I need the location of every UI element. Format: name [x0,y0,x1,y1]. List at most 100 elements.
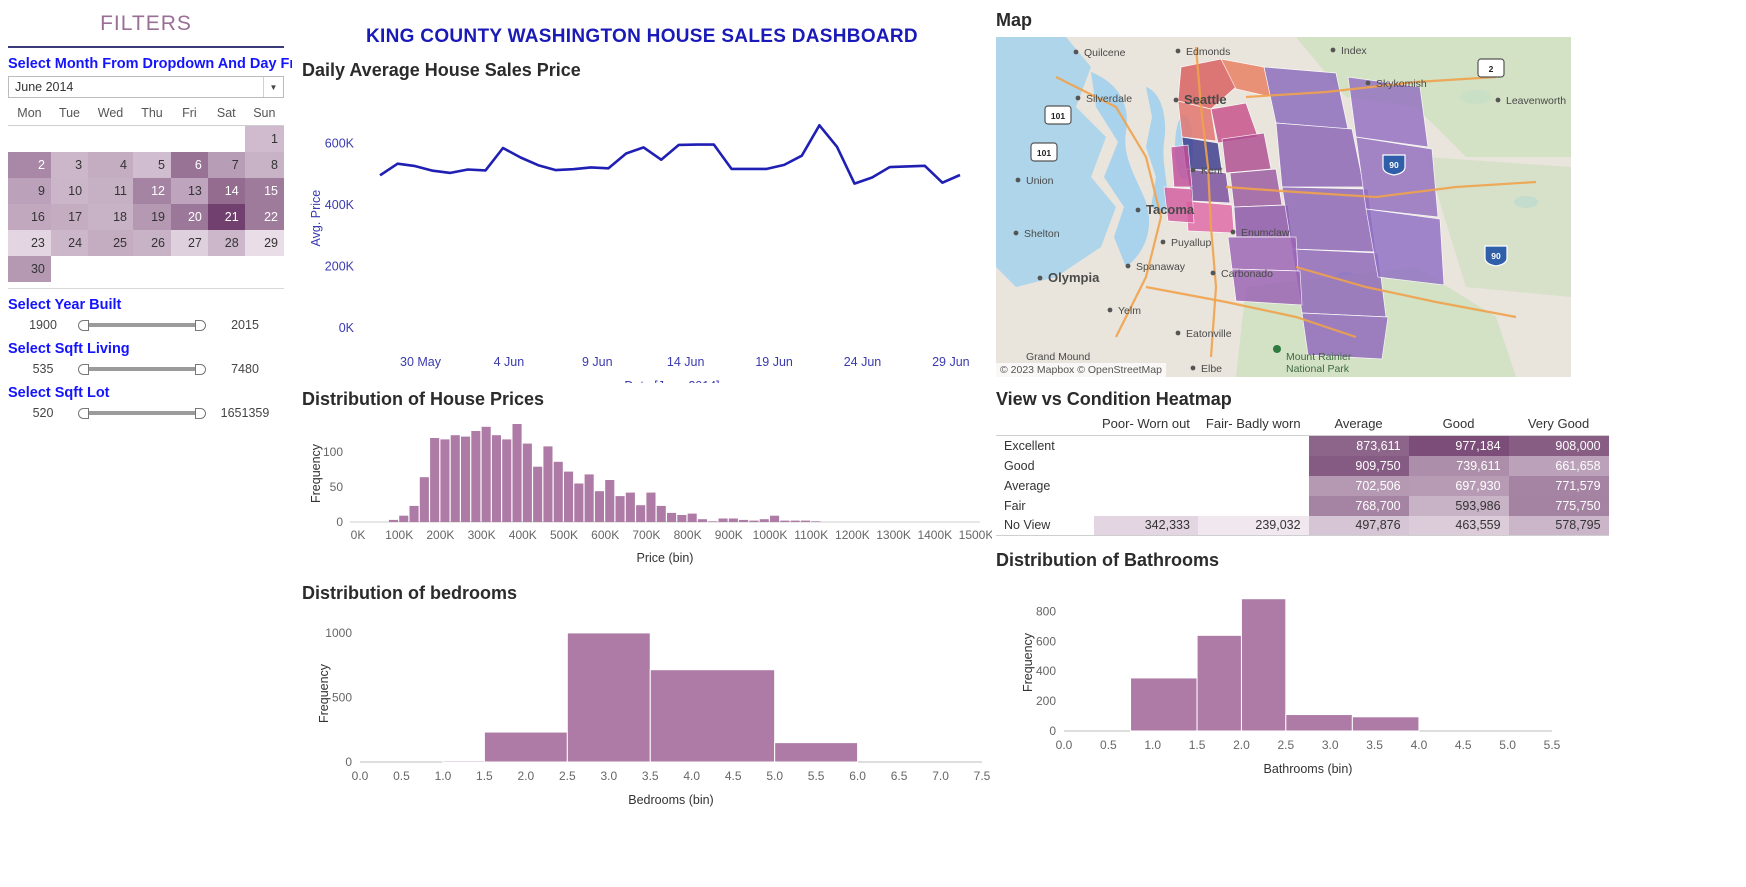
calendar-day-1[interactable]: 1 [244,125,284,152]
calendar-day-28[interactable]: 28 [207,229,245,256]
calendar-day-21[interactable]: 21 [207,203,245,230]
calendar-day-14[interactable]: 14 [207,177,245,204]
svg-text:5.5: 5.5 [1544,738,1561,752]
calendar-day-12[interactable]: 12 [133,177,171,204]
svg-text:Avg. Price: Avg. Price [309,190,323,247]
calendar-day-23[interactable]: 23 [8,229,51,256]
svg-text:300K: 300K [468,528,496,542]
calendar-day-17[interactable]: 17 [50,203,89,230]
bedrooms-histogram[interactable]: 0 500 1000 Frequency 0.0 0.5 1.0 1.5 2.0 2.5 3.0 3.… [292,606,992,821]
svg-text:800: 800 [1036,604,1056,618]
svg-text:0: 0 [1049,724,1056,738]
map-attribution: © 2023 Mapbox © OpenStreetMap [996,363,1166,377]
bathrooms-hist-title: Distribution of Bathrooms [996,550,1219,570]
calendar-day-10[interactable]: 10 [50,177,89,204]
calendar-divider [8,287,284,289]
slider-handle-left[interactable] [78,363,89,375]
map-canvas[interactable]: 101 101 2 90 90 Quilcene Edmonds Index Silverdal… [996,37,1571,377]
price-histogram[interactable]: 0 50 100Frequency 0K 100K 200K 300K 400K 500K 600… [292,412,992,577]
calendar-day-6[interactable]: 6 [170,151,208,178]
calendar-day-25[interactable]: 25 [88,229,133,256]
calendar-day-22[interactable]: 22 [244,203,284,230]
slider-sqft-lot[interactable]: 520 1651359 [8,405,284,421]
heatmap-cell[interactable]: 593,986 [1408,495,1509,516]
heatmap-cell[interactable]: 909,750 [1308,455,1409,476]
svg-text:0: 0 [345,755,352,769]
heatmap-cell[interactable]: 768,700 [1308,495,1409,516]
heatmap-cell[interactable]: 771,579 [1508,475,1609,496]
calendar-day-8[interactable]: 8 [244,151,284,178]
slider-sqft-living-track[interactable] [78,361,206,377]
svg-text:Leavenworth: Leavenworth [1506,95,1566,107]
heatmap-cell[interactable]: 873,611 [1308,435,1409,456]
svg-text:50: 50 [330,480,344,494]
heatmap-col-header: Very Good [1508,414,1609,436]
price-hist-title: Distribution of House Prices [302,389,545,409]
slider-handle-left[interactable] [78,319,89,331]
heatmap-cell[interactable]: 578,795 [1508,515,1609,536]
month-dropdown[interactable]: June 2014 ▼ [8,76,284,98]
slider-handle-right[interactable] [195,407,206,419]
calendar-day-29[interactable]: 29 [244,229,284,256]
heatmap-cell[interactable]: 775,750 [1508,495,1609,516]
slider-year-built-track[interactable] [78,317,206,333]
calendar-day-30[interactable]: 30 [8,255,51,282]
map-panel[interactable]: 101 101 2 90 90 Quilcene Edmonds Index Silverdal… [996,37,1571,377]
heatmap-cell[interactable]: 239,032 [1197,515,1309,536]
calendar-day-7[interactable]: 7 [207,151,245,178]
calendar-day-26[interactable]: 26 [133,229,171,256]
slider-handle-right[interactable] [195,319,206,331]
view-condition-heatmap[interactable]: Poor- Worn out Fair- Badly worn Average Goo… [996,414,1609,536]
calendar-day-3[interactable]: 3 [50,151,89,178]
slider-sqft-lot-label: Select Sqft Lot [8,384,110,401]
calendar-day-2[interactable]: 2 [8,151,51,178]
heatmap-cell[interactable]: 697,930 [1408,475,1509,496]
calendar-day-5[interactable]: 5 [133,151,171,178]
calendar-day-9[interactable]: 9 [8,177,51,204]
calendar-day-19[interactable]: 19 [133,203,171,230]
calendar-day-11[interactable]: 11 [88,177,133,204]
calendar-day-24[interactable]: 24 [50,229,89,256]
slider-track-bar [84,410,200,415]
heatmap-cell[interactable]: 702,506 [1308,475,1409,496]
right-column: Map 101 101 2 90 90 Quilcene Edmonds Index Silve… [992,0,1746,887]
heatmap-cell[interactable]: 463,559 [1408,515,1509,536]
heatmap-row-header: Good [1004,458,1035,473]
calendar-day-13[interactable]: 13 [170,177,208,204]
month-dropdown-value: June 2014 [15,80,74,94]
day-calendar[interactable]: Mon Tue Wed Thu Fri Sat Sun 1 2 3 4 5 6 7 8 9 10 11 12 13 1… [8,104,284,282]
calendar-weekday-sun: Sun [244,104,284,126]
chevron-down-icon[interactable]: ▼ [263,77,283,97]
slider-sqft-living[interactable]: 535 7480 [8,361,284,377]
calendar-day-16[interactable]: 16 [8,203,51,230]
svg-text:Yelm: Yelm [1118,305,1141,317]
heatmap-cell[interactable]: 977,184 [1408,435,1509,456]
calendar-day-18[interactable]: 18 [88,203,133,230]
center-column: KING COUNTY WASHINGTON HOUSE SALES DASHB… [292,0,992,887]
svg-text:3.5: 3.5 [642,769,659,783]
calendar-week-row: 23 24 25 26 27 28 29 [8,229,284,256]
slider-sqft-lot-track[interactable] [78,405,206,421]
heatmap-cell-empty [1094,496,1198,516]
heatmap-cell[interactable]: 908,000 [1508,435,1609,456]
calendar-day-27[interactable]: 27 [170,229,208,256]
slider-year-built[interactable]: 1900 2015 [8,317,284,333]
heatmap-cell[interactable]: 342,333 [1094,515,1198,536]
slider-handle-left[interactable] [78,407,89,419]
svg-text:1000: 1000 [325,626,352,640]
line-chart[interactable]: 0K 200K 400K 600K Avg. Price 30 May 4 Jun 9 Jun… [292,83,992,383]
svg-text:1000K: 1000K [753,528,788,542]
svg-text:1.0: 1.0 [435,769,452,783]
calendar-weekday-mon: Mon [8,104,51,126]
slider-handle-right[interactable] [195,363,206,375]
bathrooms-histogram[interactable]: 0 200 400 600 800Frequency 0.0 0.5 1.0 1.5 2.0 2.5… [992,575,1567,790]
heatmap-cell[interactable]: 739,611 [1408,455,1509,476]
heatmap-cell[interactable]: 497,876 [1308,515,1409,536]
filters-panel: FILTERS Select Month From Dropdown And D… [0,0,292,887]
calendar-day-15[interactable]: 15 [244,177,284,204]
svg-text:Enumclaw: Enumclaw [1241,227,1290,239]
calendar-day-4[interactable]: 4 [88,151,133,178]
heatmap-cell[interactable]: 661,658 [1508,455,1609,476]
calendar-day-20[interactable]: 20 [170,203,208,230]
svg-text:0.5: 0.5 [1100,738,1117,752]
